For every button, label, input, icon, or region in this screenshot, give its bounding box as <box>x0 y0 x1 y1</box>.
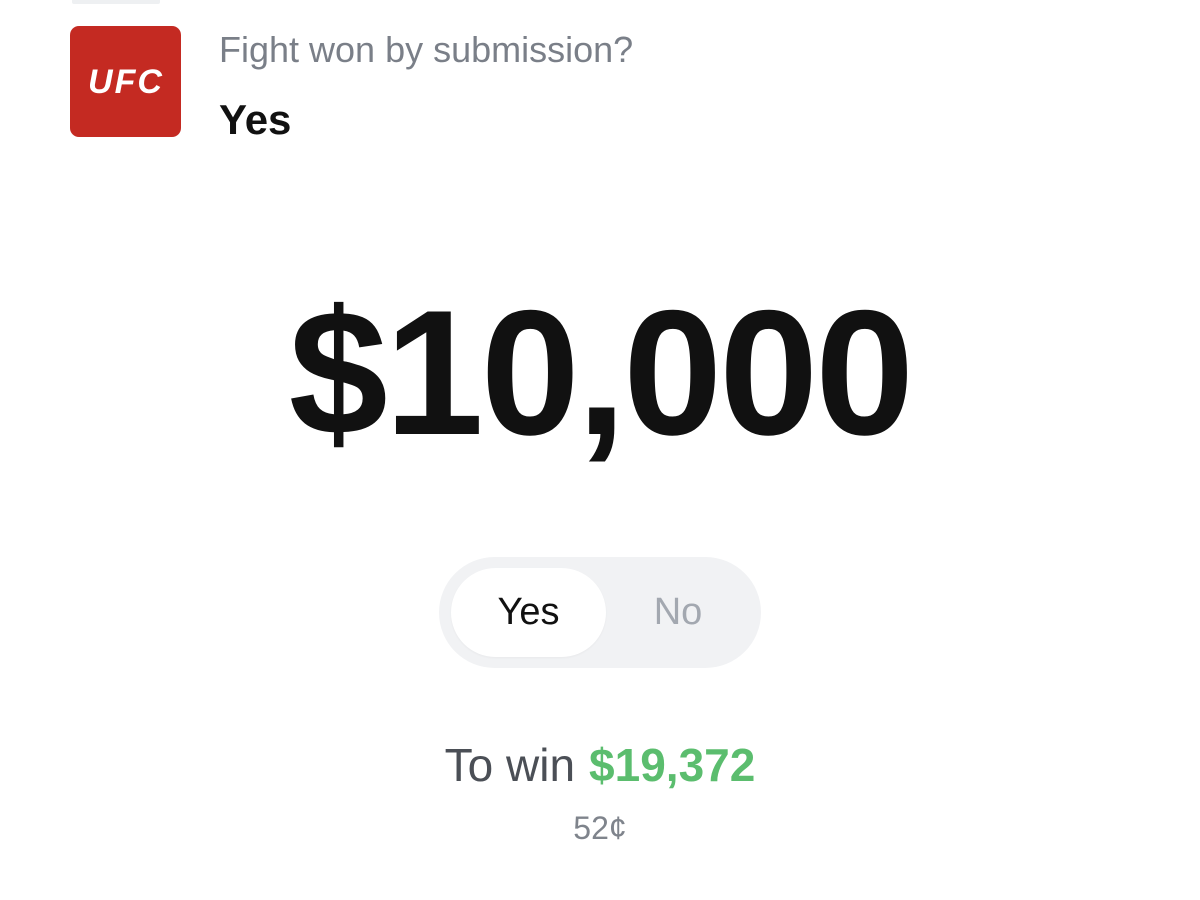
order-screen: UFC Fight won by submission? Yes $10,000… <box>0 0 1200 900</box>
market-question: Fight won by submission? <box>219 29 634 70</box>
contract-price: 52¢ <box>573 810 627 846</box>
ufc-logo-mark: UFC <box>88 63 164 101</box>
market-header-text: Fight won by submission? Yes <box>219 26 633 145</box>
ufc-logo-text: UFC <box>88 63 164 101</box>
ufc-logo: UFC <box>70 26 181 137</box>
yes-no-toggle: Yes No <box>439 557 761 668</box>
to-win-row: To win $19,372 <box>0 736 1200 794</box>
market-outcome: Yes <box>219 96 292 143</box>
top-divider <box>72 0 160 4</box>
to-win-value: $19,372 <box>589 739 756 791</box>
order-amount[interactable]: $10,000 <box>0 278 1200 468</box>
toggle-yes-button[interactable]: Yes <box>451 568 606 657</box>
to-win-label: To win <box>444 739 576 791</box>
market-header: UFC Fight won by submission? Yes <box>70 26 633 145</box>
toggle-no-button[interactable]: No <box>604 568 752 657</box>
